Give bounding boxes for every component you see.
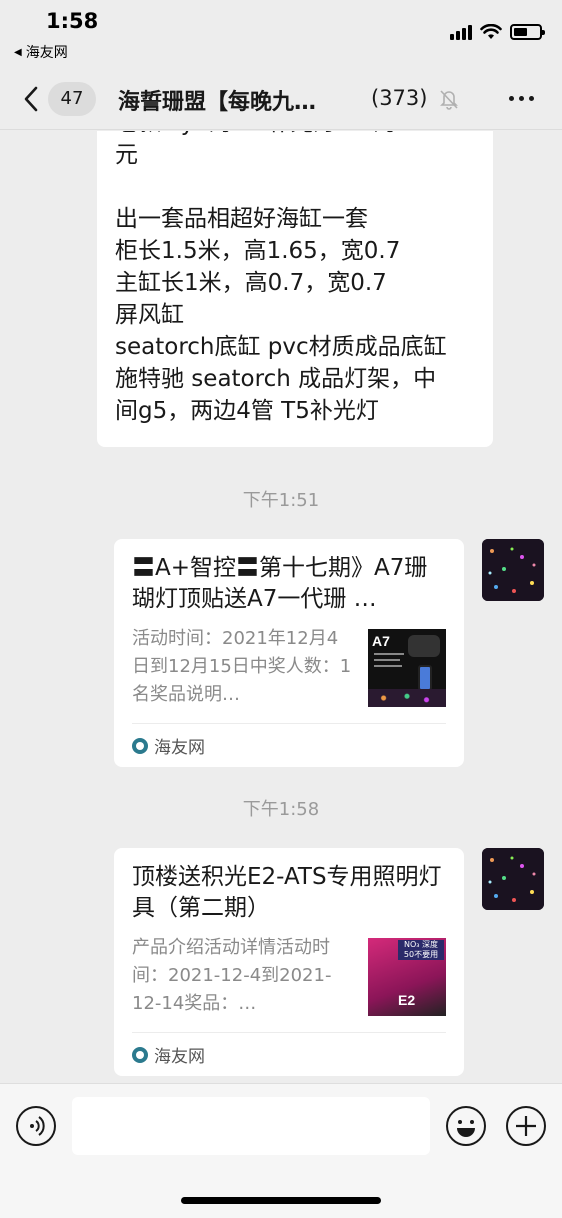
card-description: 活动时间：2021年12月4日到12月15日中奖人数：1名奖品说明… (132, 628, 352, 705)
message-text: 元 出一套品相超好海缸一套 柜长1.5米，高1.65，宽0.7 主缸长1米，高0… (115, 142, 447, 424)
card-description: 产品介绍活动详情活动时间：2021-12-4到2021-12-14奖品：… (132, 937, 332, 1014)
plus-icon[interactable] (506, 1106, 546, 1146)
text-message-bubble[interactable]: 老款 kye的 T5补光灯 90的 300 元 出一套品相超好海缸一套 柜长1.… (97, 131, 493, 447)
status-bar: 1:58 ◀ 海友网 (0, 0, 562, 70)
back-chevron-icon[interactable] (20, 84, 44, 114)
member-count: (373) (371, 86, 428, 110)
battery-icon (510, 24, 545, 40)
status-time: 1:58 (46, 9, 99, 33)
source-icon (132, 737, 148, 754)
back-triangle-icon: ◀ (14, 46, 22, 58)
voice-icon[interactable] (16, 1106, 56, 1146)
status-back-link[interactable]: ◀ 海友网 (14, 42, 68, 62)
avatar[interactable] (482, 539, 544, 601)
card-source: 海友网 (132, 1032, 446, 1076)
wifi-icon (480, 24, 502, 39)
status-back-label: 海友网 (25, 45, 68, 61)
thumb-label: A7 (372, 633, 390, 649)
card-title: 顶楼送积光E2-ATS专用照明灯具（第二期） (132, 864, 442, 921)
chat-title: 海誓珊盟【每晚九… (118, 90, 317, 115)
status-icons (450, 24, 545, 40)
link-card[interactable]: 〓A+智控〓第十七期》A7珊 瑚灯顶贴送A7一代珊 … 活动时间：2021年12… (114, 539, 464, 767)
card-source: 海友网 (132, 723, 446, 767)
chat-area: 老款 kye的 T5补光灯 90的 300 元 出一套品相超好海缸一套 柜长1.… (0, 131, 562, 1083)
card-thumbnail: A7 (368, 629, 446, 707)
source-icon (132, 1046, 148, 1063)
card-source-label: 海友网 (154, 1047, 205, 1067)
message-input[interactable] (72, 1097, 430, 1155)
chat-nav-bar: 47 海誓珊盟【每晚九… (373) (0, 70, 562, 130)
thumb-badge: NO₃ 深度 50不要用 (398, 940, 444, 960)
avatar[interactable] (482, 848, 544, 910)
card-source-label: 海友网 (154, 738, 205, 758)
message-cut-line: 老款 kye的 T5补光灯 90的 300 (115, 131, 447, 139)
mute-bell-icon (440, 90, 458, 110)
time-separator: 下午1:51 (242, 490, 320, 511)
card-thumbnail: NO₃ 深度 50不要用 E2 (368, 938, 446, 1016)
signal-icon (450, 24, 472, 40)
link-card[interactable]: 顶楼送积光E2-ATS专用照明灯具（第二期） 产品介绍活动详情活动时间：2021… (114, 848, 464, 1076)
time-separator: 下午1:58 (242, 799, 320, 820)
emoji-icon[interactable] (446, 1106, 486, 1146)
card-title: 〓A+智控〓第十七期》A7珊 瑚灯顶贴送A7一代珊 … (132, 555, 428, 612)
more-icon[interactable] (509, 96, 534, 101)
unread-count-badge[interactable]: 47 (48, 82, 96, 116)
home-indicator[interactable] (181, 1197, 381, 1204)
thumb-label: E2 (398, 992, 416, 1008)
